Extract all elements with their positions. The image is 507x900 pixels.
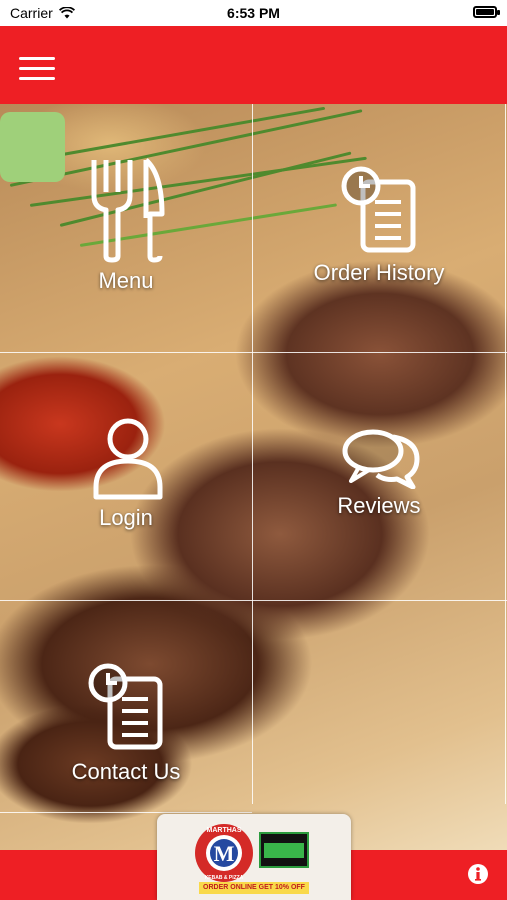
- grid-divider: [505, 104, 506, 804]
- tile-reviews[interactable]: Reviews: [253, 353, 505, 600]
- hamburger-menu-icon[interactable]: [19, 57, 55, 81]
- promo-text: ORDER ONLINE GET 10% OFF: [199, 882, 309, 894]
- status-time: 6:53 PM: [227, 5, 280, 21]
- tile-reviews-label: Reviews: [337, 493, 421, 518]
- logo-initial: M: [214, 841, 235, 866]
- tile-menu-label: Menu: [98, 268, 154, 293]
- grid-divider: [0, 812, 252, 813]
- clock-document-icon: [341, 166, 416, 253]
- battery-icon: [473, 6, 500, 18]
- restaurant-logo: M MARTHAS KEBAB & PIZZA: [195, 824, 253, 882]
- chat-bubbles-icon: [342, 429, 420, 489]
- tile-menu[interactable]: Menu: [0, 104, 252, 352]
- tile-order-history[interactable]: Order History: [253, 104, 505, 352]
- tile-contact-us[interactable]: Contact Us: [0, 601, 252, 812]
- fork-knife-icon: [91, 158, 165, 263]
- restaurant-badge[interactable]: M MARTHAS KEBAB & PIZZA ORDER ONLINE GET…: [157, 814, 351, 900]
- tile-contact-us-label: Contact Us: [71, 759, 181, 784]
- logo-name: MARTHAS: [207, 827, 242, 834]
- hygiene-rating-icon: [259, 832, 309, 868]
- tile-order-history-label: Order History: [313, 260, 445, 285]
- user-icon: [93, 418, 163, 500]
- header-bar: [0, 26, 507, 104]
- tile-login[interactable]: Login: [0, 353, 252, 600]
- logo-subtitle: KEBAB & PIZZA: [205, 875, 244, 881]
- status-bar: Carrier 6:53 PM: [0, 0, 507, 26]
- tile-login-label: Login: [99, 505, 153, 530]
- info-icon[interactable]: [468, 864, 488, 884]
- clock-document-icon: [88, 663, 163, 750]
